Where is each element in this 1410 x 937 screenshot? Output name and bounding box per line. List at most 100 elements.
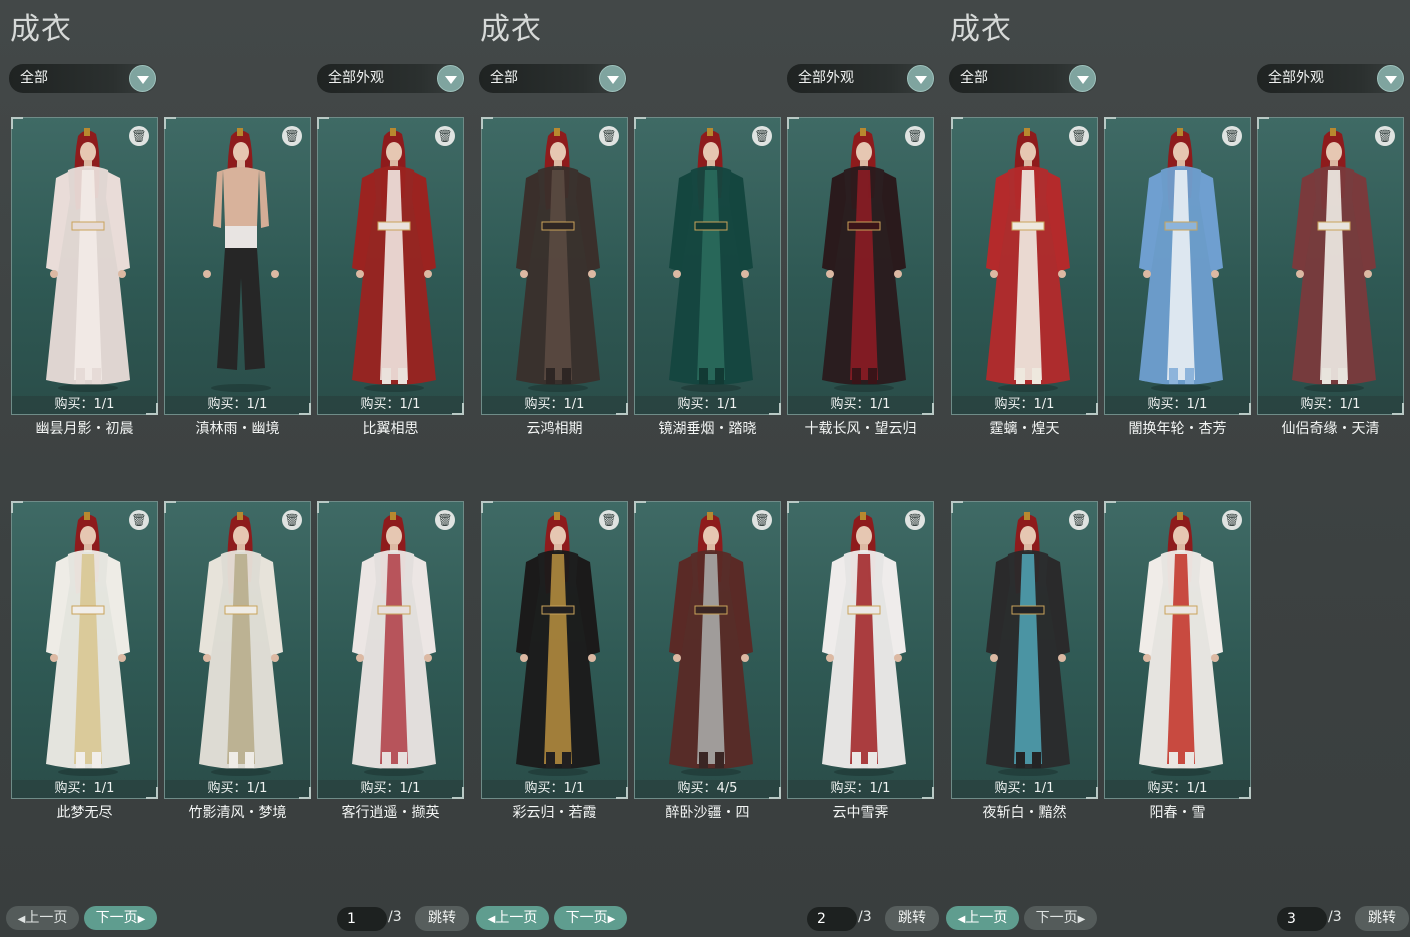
category-filter-dropdown[interactable]: 全部 <box>949 64 1097 93</box>
outfit-card[interactable]: 🗑 购买：1/1 <box>164 117 311 415</box>
purchase-limit: 购买：1/1 <box>12 396 157 414</box>
outfit-figure <box>822 128 906 392</box>
outfit-name: 霆螭・煌天 <box>989 421 1060 437</box>
outfit-card[interactable]: 🗑 购买：1/1 <box>951 117 1098 415</box>
outfit-card[interactable]: 🗑 购买：1/1 <box>1257 117 1404 415</box>
jump-button[interactable]: 跳转 <box>415 906 469 931</box>
panel-title: 成衣 <box>480 12 542 47</box>
prev-page-button[interactable]: ◀上一页 <box>6 906 79 930</box>
page-number-input[interactable] <box>807 907 857 931</box>
trash-icon[interactable]: 🗑 <box>129 510 149 530</box>
shop-panel-1: 成衣 全部 全部外观 🗑 购买：1/1 幽昙月影・初晨 🗑 购买：1/1 滇林雨・幽境 🗑 购… <box>0 0 470 937</box>
purchase-limit: 购买：1/1 <box>482 780 627 798</box>
outfit-card[interactable]: 🗑 购买：1/1 <box>481 501 628 799</box>
purchase-limit: 购买：1/1 <box>788 780 933 798</box>
next-page-button[interactable]: 下一页▶ <box>1024 906 1097 930</box>
appearance-filter-value: 全部外观 <box>1268 70 1324 86</box>
outfit-figure <box>669 512 753 776</box>
category-filter-dropdown[interactable]: 全部 <box>479 64 627 93</box>
category-filter-dropdown[interactable]: 全部 <box>9 64 157 93</box>
category-filter-value: 全部 <box>960 70 988 86</box>
outfit-name: 阳春・雪 <box>1149 805 1206 821</box>
outfit-card[interactable]: 🗑 购买：1/1 <box>481 117 628 415</box>
outfit-name: 幽昙月影・初晨 <box>35 421 134 437</box>
trash-icon[interactable]: 🗑 <box>129 126 149 146</box>
page-number-input[interactable] <box>337 907 387 931</box>
outfit-card[interactable]: 🗑 购买：1/1 <box>1104 501 1251 799</box>
outfit-figure <box>516 512 600 776</box>
chevron-down-icon[interactable] <box>129 65 156 92</box>
outfit-card[interactable]: 🗑 购买：1/1 <box>787 117 934 415</box>
chevron-down-icon[interactable] <box>437 65 464 92</box>
chevron-down-icon[interactable] <box>599 65 626 92</box>
trash-icon[interactable]: 🗑 <box>1375 126 1395 146</box>
page-total: /3 <box>388 909 402 925</box>
chevron-down-icon[interactable] <box>1069 65 1096 92</box>
purchase-limit: 购买：1/1 <box>788 396 933 414</box>
trash-icon[interactable]: 🗑 <box>435 510 455 530</box>
jump-button[interactable]: 跳转 <box>1355 906 1409 931</box>
outfit-figure <box>516 128 600 392</box>
page-total: /3 <box>1328 909 1342 925</box>
appearance-filter-dropdown[interactable]: 全部外观 <box>787 64 935 93</box>
outfit-card[interactable]: 🗑 购买：1/1 <box>164 501 311 799</box>
appearance-filter-dropdown[interactable]: 全部外观 <box>317 64 465 93</box>
shop-panel-3: 成衣 全部 全部外观 🗑 购买：1/1 霆螭・煌天 🗑 购买：1/1 闇换年轮・杏芳 🗑 购买… <box>940 0 1410 937</box>
purchase-limit: 购买：1/1 <box>952 396 1097 414</box>
outfit-card[interactable]: 🗑 购买：1/1 <box>317 117 464 415</box>
trash-icon[interactable]: 🗑 <box>599 510 619 530</box>
outfit-card[interactable]: 🗑 购买：1/1 <box>787 501 934 799</box>
purchase-limit: 购买：1/1 <box>482 396 627 414</box>
outfit-name: 仙侣奇缘・天清 <box>1281 421 1380 437</box>
trash-icon[interactable]: 🗑 <box>282 126 302 146</box>
appearance-filter-dropdown[interactable]: 全部外观 <box>1257 64 1405 93</box>
page-number-input[interactable] <box>1277 907 1327 931</box>
prev-page-button[interactable]: ◀上一页 <box>476 906 549 930</box>
outfit-name: 镜湖垂烟・踏晓 <box>658 421 757 437</box>
outfit-card[interactable]: 🗑 购买：1/1 <box>317 501 464 799</box>
trash-icon[interactable]: 🗑 <box>435 126 455 146</box>
trash-icon[interactable]: 🗑 <box>1222 510 1242 530</box>
next-page-button[interactable]: 下一页▶ <box>554 906 627 930</box>
purchase-limit: 购买：1/1 <box>165 780 310 798</box>
jump-button[interactable]: 跳转 <box>885 906 939 931</box>
outfit-name: 滇林雨・幽境 <box>195 421 280 437</box>
outfit-card[interactable]: 🗑 购买：4/5 <box>634 501 781 799</box>
purchase-limit: 购买：1/1 <box>635 396 780 414</box>
trash-icon[interactable]: 🗑 <box>905 510 925 530</box>
trash-icon[interactable]: 🗑 <box>752 510 772 530</box>
outfit-name: 云中雪霁 <box>832 805 889 821</box>
page-total: /3 <box>858 909 872 925</box>
outfit-name: 比翼相思 <box>362 421 419 437</box>
purchase-limit: 购买：1/1 <box>318 780 463 798</box>
trash-icon[interactable]: 🗑 <box>599 126 619 146</box>
trash-icon[interactable]: 🗑 <box>282 510 302 530</box>
trash-icon[interactable]: 🗑 <box>1069 126 1089 146</box>
outfit-name: 醉卧沙疆・四 <box>665 805 750 821</box>
outfit-name: 云鸿相期 <box>526 421 583 437</box>
chevron-down-icon[interactable] <box>907 65 934 92</box>
chevron-down-icon[interactable] <box>1377 65 1404 92</box>
outfit-name: 闇换年轮・杏芳 <box>1128 421 1227 437</box>
trash-icon[interactable]: 🗑 <box>905 126 925 146</box>
outfit-card[interactable]: 🗑 购买：1/1 <box>1104 117 1251 415</box>
outfit-name: 客行逍遥・撷英 <box>341 805 440 821</box>
outfit-figure <box>203 128 279 392</box>
purchase-limit: 购买：1/1 <box>318 396 463 414</box>
outfit-card[interactable]: 🗑 购买：1/1 <box>11 501 158 799</box>
trash-icon[interactable]: 🗑 <box>1069 510 1089 530</box>
trash-icon[interactable]: 🗑 <box>752 126 772 146</box>
outfit-card[interactable]: 🗑 购买：1/1 <box>634 117 781 415</box>
outfit-figure <box>1139 512 1223 776</box>
outfit-card[interactable]: 🗑 购买：1/1 <box>11 117 158 415</box>
outfit-card[interactable]: 🗑 购买：1/1 <box>951 501 1098 799</box>
purchase-limit: 购买：4/5 <box>635 780 780 798</box>
trash-icon[interactable]: 🗑 <box>1222 126 1242 146</box>
category-filter-value: 全部 <box>490 70 518 86</box>
outfit-figure <box>669 128 753 392</box>
outfit-figure <box>46 128 130 392</box>
appearance-filter-value: 全部外观 <box>798 70 854 86</box>
prev-page-button[interactable]: ◀上一页 <box>946 906 1019 930</box>
next-page-button[interactable]: 下一页▶ <box>84 906 157 930</box>
outfit-figure <box>46 512 130 776</box>
